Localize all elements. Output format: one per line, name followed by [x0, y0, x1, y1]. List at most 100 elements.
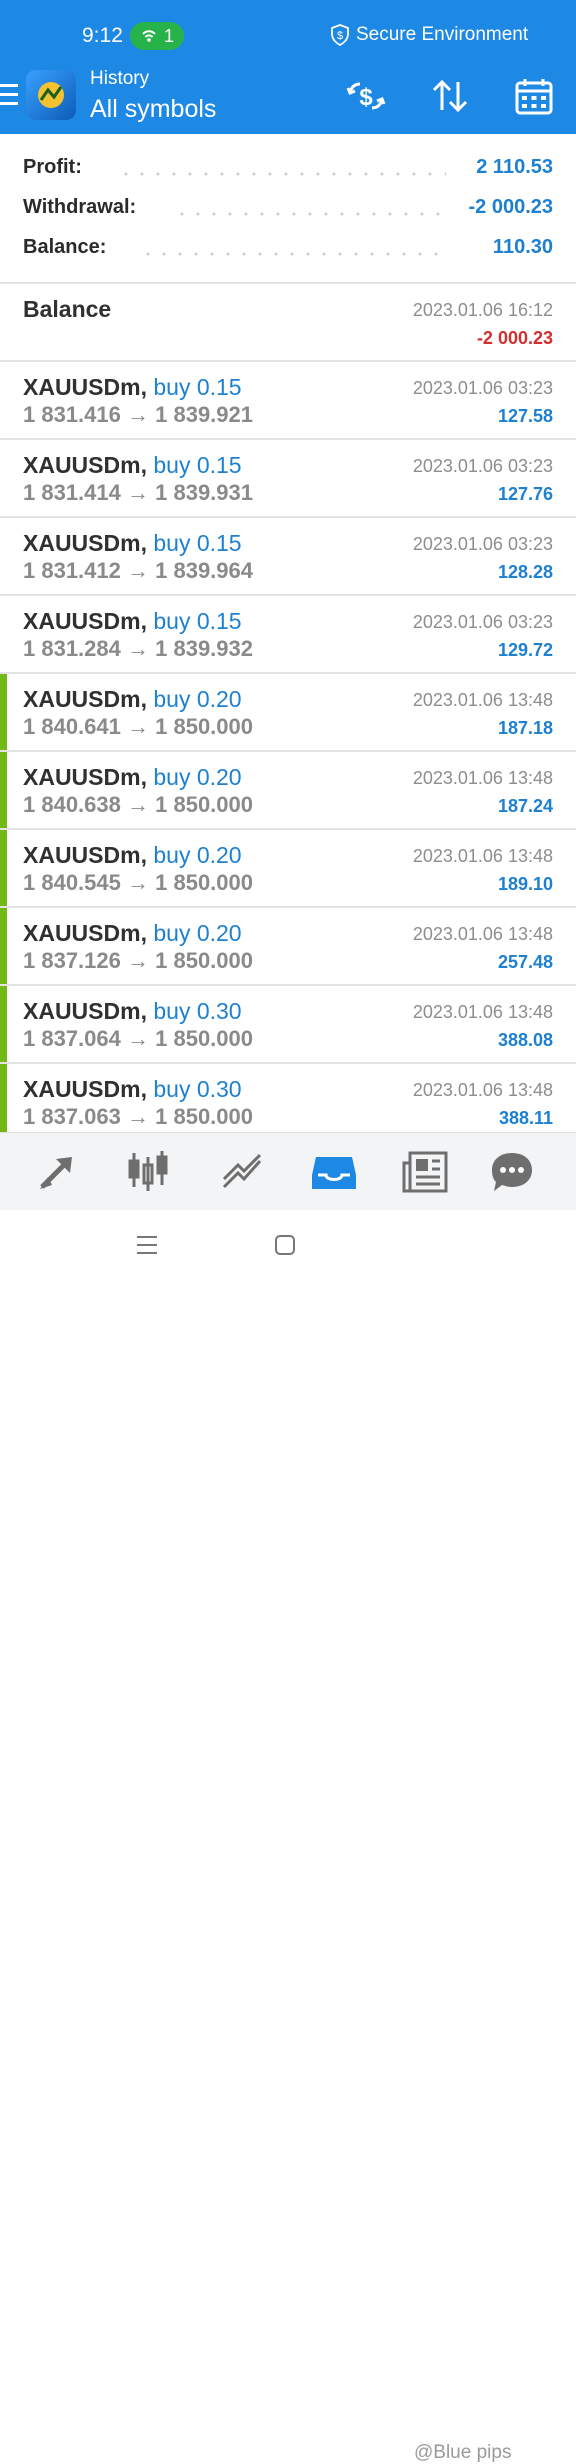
trade-side: buy 0.20	[153, 920, 242, 946]
trade-side: buy 0.15	[153, 374, 242, 400]
trade-row[interactable]: XAUUSDm, buy 0.30 1 837.064 → 1 850.000 …	[0, 986, 576, 1064]
selection-marker	[0, 674, 7, 752]
chart-candles-icon	[128, 1151, 168, 1191]
trade-row[interactable]: XAUUSDm, buy 0.15 1 831.414 → 1 839.931 …	[0, 440, 576, 518]
trade-icon	[222, 1153, 262, 1189]
trade-row[interactable]: XAUUSDm, buy 0.30 1 837.063 → 1 850.000 …	[0, 1064, 576, 1132]
arrow-icon: →	[127, 948, 149, 973]
trade-symbol-line: XAUUSDm, buy 0.20	[23, 842, 242, 869]
trade-symbol-line: XAUUSDm, buy 0.20	[23, 764, 242, 791]
trade-side: buy 0.20	[153, 686, 242, 712]
sort-button[interactable]	[428, 74, 472, 118]
trade-date: 2023.01.06 13:48	[412, 690, 553, 710]
trade-symbol: XAUUSDm,	[23, 686, 147, 712]
trade-side: buy 0.30	[153, 1076, 242, 1102]
nav-history[interactable]	[308, 1147, 360, 1197]
close-price: 1 850.000	[155, 948, 253, 973]
trade-prices: 1 831.412 → 1 839.964	[23, 558, 253, 584]
close-price: 1 850.000	[155, 870, 253, 895]
open-price: 1 831.412	[23, 558, 121, 583]
trade-prices: 1 837.064 → 1 850.000	[23, 1026, 253, 1052]
trade-profit: 129.72	[497, 640, 553, 660]
system-navigation-bar: @Blue pips	[0, 1210, 576, 2463]
nav-news[interactable]	[400, 1147, 452, 1197]
arrow-icon: →	[127, 714, 149, 739]
app-bar: History All symbols $	[0, 62, 576, 134]
nav-trade[interactable]	[216, 1147, 268, 1197]
balance-operation-row[interactable]: Balance 2023.01.06 16:12 -2 000.23	[0, 284, 576, 362]
trade-profit: 257.48	[497, 952, 553, 972]
trade-date: 2023.01.06 03:23	[412, 378, 553, 398]
summary-label: Withdrawal:	[23, 196, 145, 219]
close-price: 1 850.000	[155, 792, 253, 817]
header-subtitle: History	[90, 68, 150, 89]
svg-text:$: $	[337, 30, 343, 42]
summary-value: 2 110.53	[476, 156, 553, 178]
trade-side: buy 0.15	[153, 530, 242, 556]
trade-date: 2023.01.06 03:23	[412, 456, 553, 476]
trade-date: 2023.01.06 13:48	[412, 1080, 553, 1100]
open-price: 1 837.126	[23, 948, 121, 973]
trade-row[interactable]: XAUUSDm, buy 0.20 1 840.641 → 1 850.000 …	[0, 674, 576, 752]
trade-date: 2023.01.06 03:23	[412, 534, 553, 554]
secure-text: Secure Environment	[356, 24, 529, 45]
trade-profit: 189.10	[497, 874, 553, 894]
menu-icon[interactable]	[0, 84, 18, 108]
trade-prices: 1 837.126 → 1 850.000	[23, 948, 253, 974]
trade-row[interactable]: XAUUSDm, buy 0.20 1 840.545 → 1 850.000 …	[0, 830, 576, 908]
hotspot-badge: 1	[130, 22, 184, 50]
close-price: 1 839.921	[155, 402, 253, 427]
arrow-icon: →	[127, 870, 149, 895]
trade-profit: 127.58	[497, 406, 553, 426]
trade-side: buy 0.20	[153, 764, 242, 790]
trade-symbol-line: XAUUSDm, buy 0.15	[23, 452, 242, 479]
trade-date: 2023.01.06 13:48	[412, 846, 553, 866]
home-icon	[275, 1235, 295, 1255]
open-price: 1 831.284	[23, 636, 121, 661]
trade-profit: 187.18	[497, 718, 553, 738]
svg-text:$: $	[359, 84, 373, 111]
selection-marker	[0, 752, 7, 830]
trade-row[interactable]: XAUUSDm, buy 0.20 1 840.638 → 1 850.000 …	[0, 752, 576, 830]
trade-row[interactable]: XAUUSDm, buy 0.15 1 831.284 → 1 839.932 …	[0, 596, 576, 674]
recent-apps-button[interactable]	[136, 1234, 158, 1261]
calendar-button[interactable]	[512, 74, 556, 118]
open-price: 1 831.416	[23, 402, 121, 427]
summary-value: 110.30	[492, 236, 553, 258]
nav-quotes[interactable]	[32, 1147, 84, 1197]
arrow-icon: →	[127, 636, 149, 661]
nav-chart[interactable]	[124, 1147, 176, 1197]
arrow-icon: →	[127, 402, 149, 427]
trade-symbol: XAUUSDm,	[23, 608, 147, 634]
close-price: 1 839.932	[155, 636, 253, 661]
selection-marker	[0, 908, 7, 986]
trade-symbol: XAUUSDm,	[23, 764, 147, 790]
trade-symbol: XAUUSDm,	[23, 998, 147, 1024]
close-price: 1 839.964	[155, 558, 253, 583]
trade-row[interactable]: XAUUSDm, buy 0.15 1 831.416 → 1 839.921 …	[0, 362, 576, 440]
operation-type: Balance	[23, 296, 112, 322]
trade-symbol-line: XAUUSDm, buy 0.15	[23, 374, 242, 401]
trade-profit: 388.11	[498, 1108, 553, 1128]
arrow-icon: →	[127, 558, 149, 583]
operation-amount: -2 000.23	[476, 328, 553, 348]
history-inbox-icon	[312, 1157, 356, 1189]
trade-row[interactable]: XAUUSDm, buy 0.15 1 831.412 → 1 839.964 …	[0, 518, 576, 596]
close-price: 1 839.931	[155, 480, 253, 505]
summary-balance: Balance: 110.30	[0, 236, 576, 272]
status-time: 9:12	[82, 24, 123, 47]
arrow-icon: →	[127, 1026, 149, 1051]
trade-prices: 1 837.063 → 1 850.000	[23, 1104, 253, 1130]
secure-environment: $ Secure Environment	[330, 24, 528, 46]
trade-side: buy 0.20	[153, 842, 242, 868]
home-button[interactable]	[274, 1234, 296, 1261]
trade-row[interactable]: XAUUSDm, buy 0.20 1 837.126 → 1 850.000 …	[0, 908, 576, 986]
watermark-text: @Blue pips	[414, 2442, 512, 2463]
deposit-withdraw-button[interactable]: $	[344, 74, 388, 118]
nav-chat[interactable]	[486, 1147, 538, 1197]
open-price: 1 837.063	[23, 1104, 121, 1129]
summary-withdrawal: Withdrawal: -2 000.23	[0, 196, 576, 232]
open-price: 1 831.414	[23, 480, 121, 505]
hotspot-count: 1	[163, 25, 174, 46]
summary-value: -2 000.23	[468, 196, 553, 218]
